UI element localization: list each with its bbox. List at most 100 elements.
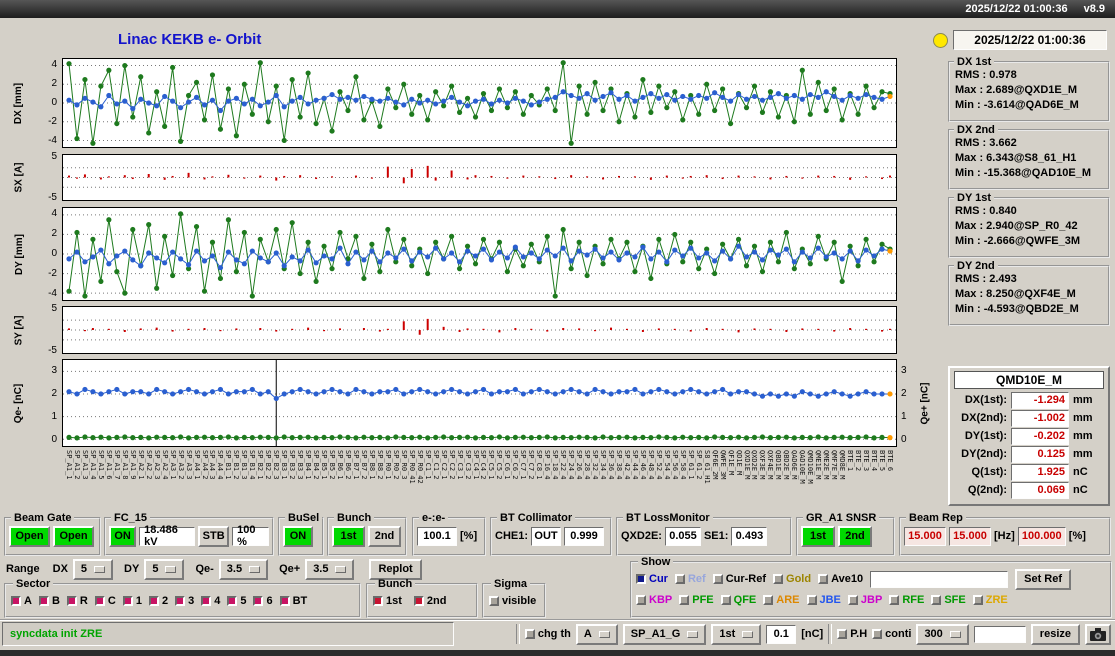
dy-axis-ticks: 4 2 0 -2 -4 <box>34 207 60 301</box>
ee-ratio-unit: [%] <box>460 530 478 542</box>
snsr-2nd-button[interactable]: 2nd <box>838 525 872 547</box>
checkbox-label: 2 <box>161 595 169 607</box>
bpm-x-label: BTE_5 <box>878 450 887 472</box>
busel-on-button[interactable]: ON <box>283 525 313 547</box>
sigma-checkboxes: visible <box>489 591 539 611</box>
checkbox-kbp[interactable]: KBP <box>636 594 672 606</box>
bpm-x-label: SP_44_4 <box>630 450 639 480</box>
monitor-dropdown[interactable]: SP_A1_G <box>622 623 707 645</box>
resize-button[interactable]: resize <box>1030 623 1080 645</box>
bunch-2nd-button[interactable]: 2nd <box>368 525 401 547</box>
checkbox-conti[interactable]: conti <box>872 628 911 640</box>
checkbox-jbp[interactable]: JBP <box>847 594 882 606</box>
range-dy-dropdown[interactable]: 5 <box>144 558 185 580</box>
checkbox-label: RFE <box>902 594 925 606</box>
checkbox-c[interactable]: C <box>94 595 116 607</box>
interval-dropdown[interactable]: 300 <box>916 623 969 645</box>
fc15-stb-button[interactable]: STB <box>198 525 230 547</box>
checkbox-b[interactable]: B <box>38 595 60 607</box>
qxd2e-display: 0.055 <box>664 526 701 546</box>
bpm-x-label: BTE_6 <box>886 450 894 472</box>
range-dy-value: 5 <box>152 563 159 575</box>
bpm-x-label: S8_61_H1 <box>702 450 711 484</box>
range-qe-minus-dropdown[interactable]: 3.5 <box>218 558 269 580</box>
charge-plot[interactable] <box>62 359 897 447</box>
checkbox-3[interactable]: 3 <box>175 595 194 607</box>
checkbox-ave10[interactable]: Ave10 <box>818 573 863 585</box>
checkbox-pfe[interactable]: PFE <box>679 594 714 606</box>
bpm-row-value: 1.925 <box>1011 463 1069 481</box>
checkbox-gold[interactable]: Gold <box>773 573 811 585</box>
checkbox-qfe[interactable]: QFE <box>720 594 756 606</box>
checkbox-sfe[interactable]: SFE <box>931 594 966 606</box>
separator <box>515 624 520 644</box>
fc15-on-button[interactable]: ON <box>109 525 137 547</box>
bpm-x-label: SP_R0_41 <box>407 450 416 484</box>
checkbox-bt[interactable]: BT <box>279 595 307 607</box>
range-dx-dropdown[interactable]: 5 <box>72 558 114 580</box>
dropdown-indicator-icon <box>742 630 754 638</box>
checkbox-visible[interactable]: visible <box>489 595 536 607</box>
checkbox-indicator <box>889 595 900 605</box>
bpm-readout-panel: QMD10E_M DX(1st): -1.294 mm DX(2nd): -1.002… <box>948 366 1110 506</box>
beam-gate-open-button-2[interactable]: Open <box>53 525 94 547</box>
checkbox-zre[interactable]: ZRE <box>972 594 1008 606</box>
sy-plot[interactable] <box>62 306 897 354</box>
checkbox-6[interactable]: 6 <box>253 595 273 607</box>
checkbox-label: 1 <box>135 595 142 607</box>
checkbox-indicator <box>712 574 723 584</box>
ee-ratio-group: e-:e- 100.1 [%] <box>412 512 486 556</box>
se1-display: 0.493 <box>731 526 768 546</box>
acquisition-timestamp: 2025/12/22 01:00:36 <box>953 30 1107 50</box>
checkbox-ref[interactable]: Ref <box>674 573 706 585</box>
checkbox-1[interactable]: 1 <box>122 595 142 607</box>
checkbox-p-h[interactable]: P.H <box>837 628 867 640</box>
checkbox-label: chg th <box>537 628 571 640</box>
busel-group: BuSel ON <box>278 512 324 556</box>
checkbox-are[interactable]: ARE <box>763 594 800 606</box>
checkbox-r[interactable]: R <box>66 595 88 607</box>
checkbox-2nd[interactable]: 2nd <box>413 595 446 607</box>
checkbox-cur[interactable]: Cur <box>636 573 668 585</box>
range-qe-plus-dropdown[interactable]: 3.5 <box>305 558 355 580</box>
dx-plot[interactable] <box>62 58 897 148</box>
checkbox-cur-ref[interactable]: Cur-Ref <box>712 573 766 585</box>
checkbox-indicator <box>227 596 238 606</box>
snsr-1st-button[interactable]: 1st <box>801 525 835 547</box>
ref-file-input[interactable] <box>870 570 1009 588</box>
checkbox-2[interactable]: 2 <box>148 595 169 607</box>
checkbox-a[interactable]: A <box>11 595 32 607</box>
sx-plot[interactable] <box>62 154 897 201</box>
checkbox-chg-th[interactable]: chg th <box>524 628 571 640</box>
checkbox-5[interactable]: 5 <box>227 595 246 607</box>
stats-min: Min : -15.368@QAD10E_M <box>955 167 1092 179</box>
bunch-1st-button[interactable]: 1st <box>332 525 365 547</box>
page-title: Linac KEKB e- Orbit <box>118 31 262 48</box>
bpm-x-label: SP_32_4 <box>591 450 600 480</box>
bpm-x-label: SP_B6_1 <box>336 450 344 480</box>
statusbar-entry[interactable] <box>973 625 1026 643</box>
range-row: Range DX 5 DY 5 Qe- 3.5 Qe+ 3.5 Replot <box>6 558 422 580</box>
checkbox-rfe[interactable]: RFE <box>889 594 924 606</box>
show-legend: Show <box>641 556 671 568</box>
chg-th-mode-dropdown[interactable]: A <box>575 623 618 645</box>
axis-tick-label: 5 <box>51 303 57 315</box>
set-ref-button[interactable]: Set Ref <box>1015 568 1072 590</box>
axis-tick-label: 3 <box>51 364 57 376</box>
status-bunch-dropdown[interactable]: 1st <box>711 623 762 645</box>
snapshot-button[interactable] <box>1085 623 1111 645</box>
checkbox-4[interactable]: 4 <box>201 595 220 607</box>
stats-min: Min : -2.666@QWFE_3M <box>955 235 1081 247</box>
beam-gate-open-button-1[interactable]: Open <box>9 525 50 547</box>
bpm-x-label: SP_B3_1 <box>280 450 289 480</box>
bt-collimator-legend: BT Collimator <box>500 512 573 524</box>
beam-rep-display-2: 15.000 <box>949 526 991 546</box>
dropdown-indicator-icon <box>165 565 177 573</box>
bt-collimator-group: BT Collimator CHE1: OUT 0.999 <box>490 512 612 556</box>
checkbox-indicator <box>148 596 159 606</box>
checkbox-jbe[interactable]: JBE <box>806 594 841 606</box>
dy-plot[interactable] <box>62 207 897 301</box>
replot-button[interactable]: Replot <box>369 558 422 580</box>
bpm-x-label: SP_C1_2 <box>431 450 440 480</box>
checkbox-1st[interactable]: 1st <box>373 595 402 607</box>
